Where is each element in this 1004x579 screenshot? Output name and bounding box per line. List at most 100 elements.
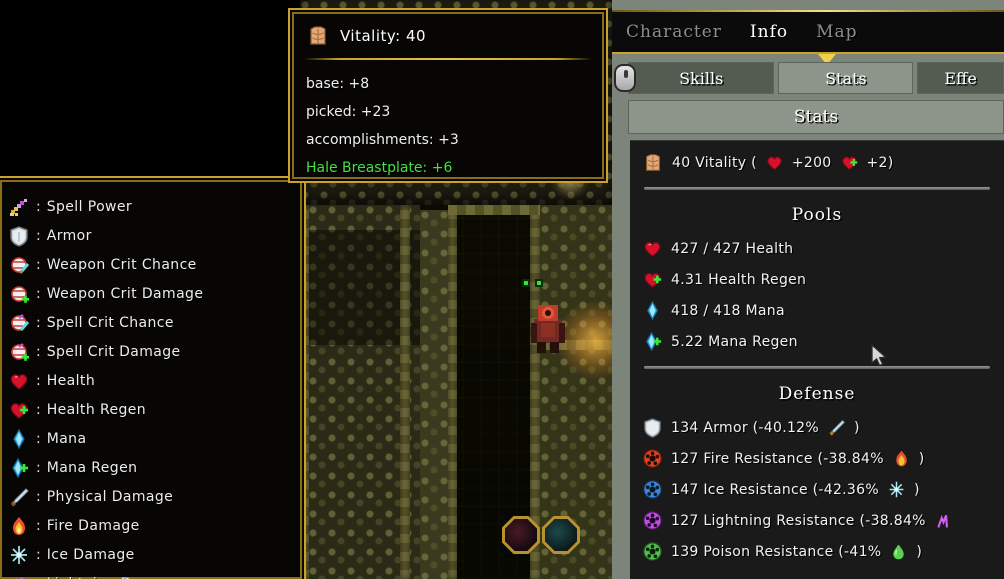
legend-item-health: : Health (8, 366, 304, 395)
legend-separator: : (36, 285, 41, 302)
legend-label: Ice Damage (46, 546, 135, 563)
stat-row-health: 427 / 427 Health (630, 233, 1004, 264)
legend-separator: : (36, 546, 41, 563)
subtab-effects[interactable]: Effe (917, 62, 1004, 94)
stat-ice-suffix: ) (913, 481, 920, 498)
stat-value-poison-resistance: 139 Poison Resistance (-41% (671, 543, 882, 560)
stat-value-mana: 418 / 418 Mana (671, 302, 785, 319)
legend-label: Mana (46, 430, 87, 447)
enemy-eyes (522, 272, 544, 287)
legend-separator: : (36, 314, 41, 331)
legend-separator: : (36, 576, 41, 579)
stat-row-mana: 418 / 418 Mana (630, 295, 1004, 326)
vitality-health-bonus: +200 (791, 154, 832, 171)
tooltip-header: Vitality: 40 (290, 10, 606, 56)
legend-separator: : (36, 256, 41, 273)
legend-label: Spell Power (46, 198, 133, 215)
mana-icon (642, 300, 663, 321)
tab-map[interactable]: Map (802, 22, 871, 42)
legend-item-health-regen: : Health Regen (8, 395, 304, 424)
legend-separator: : (36, 488, 41, 505)
weapon-crit-damage-icon (8, 283, 30, 305)
health-heart-icon (8, 370, 30, 392)
consumable-slot-mana[interactable]: 4 (542, 516, 580, 554)
legend-label: Spell Crit Chance (46, 314, 174, 331)
vitality-armor-icon (642, 152, 664, 174)
section-divider (644, 366, 990, 369)
subtab-label: Effe (944, 68, 977, 88)
player-character-sprite (525, 295, 571, 355)
legend-separator: : (36, 372, 41, 389)
legend-list: : Spell Power : Armor: Weapon Crit Chan… (0, 178, 304, 579)
fire-damage-icon (892, 449, 911, 468)
section-title-defense: Defense (778, 384, 856, 404)
vitality-summary-text: 40 Vitality ( (672, 154, 757, 171)
legend-item-spell-power: : Spell Power (8, 192, 304, 221)
tooltip-row-accomplishments: accomplishments: +3 (306, 132, 459, 148)
health-regen-icon (642, 269, 663, 290)
mana-regen-icon (642, 331, 663, 352)
sub-tab-bar: Skills Stats Effe (628, 62, 1004, 94)
stat-row-vitality-summary: 40 Vitality ( +200 +2) (630, 147, 1004, 178)
character-info-panel: Character Info Map Skills Stats Effe Sta… (612, 0, 1004, 579)
spell-power-icon (8, 196, 30, 218)
tab-info[interactable]: Info (736, 22, 802, 42)
subtab-stats[interactable]: Stats (778, 62, 914, 94)
legend-label: Spell Crit Damage (46, 343, 181, 360)
stat-armor-suffix: ) (853, 419, 860, 436)
fire-damage-icon (8, 515, 30, 537)
section-divider (644, 187, 990, 190)
tooltip-breakdown-list: base: +8 picked: +23 accomplishments: +3… (290, 60, 606, 182)
ice-damage-icon (8, 544, 30, 566)
game-screen: 4 : Spell Power (0, 0, 1004, 579)
legend-separator: : (36, 198, 41, 215)
stats-list[interactable]: 40 Vitality ( +200 +2) Pools 427 / 427 H… (630, 140, 1004, 579)
stat-value-lightning-resistance: 127 Lightning Resistance (-38.84% (671, 512, 926, 529)
legend-item-fire-damage: : Fire Damage (8, 511, 304, 540)
vitality-armor-icon (306, 24, 330, 48)
legend-label: Armor (46, 227, 92, 244)
poison-resist-icon (642, 541, 663, 562)
legend-label: Health (46, 372, 96, 389)
stat-tooltip-panel: Vitality: 40 base: +8 picked: +23 accomp… (288, 8, 608, 183)
health-heart-icon (642, 238, 663, 259)
mana-regen-icon (8, 457, 30, 479)
lightning-resist-icon (642, 510, 663, 531)
dungeon-ledge (448, 212, 457, 579)
stat-value-ice-resistance: 147 Ice Resistance (-42.36% (671, 481, 879, 498)
stat-row-armor: 134 Armor (-40.12% ) (630, 412, 1004, 443)
legend-item-physical-damage: : Physical Damage (8, 482, 304, 511)
subtab-skills[interactable]: Skills (628, 62, 775, 94)
legend-label: Weapon Crit Chance (46, 256, 197, 273)
stat-row-ice-resistance: 147 Ice Resistance (-42.36% ) (630, 474, 1004, 505)
armor-shield-icon (8, 225, 30, 247)
poison-damage-icon (889, 542, 908, 561)
consumable-slot-health[interactable] (502, 516, 540, 554)
stat-fire-suffix: ) (918, 450, 925, 467)
legend-separator: : (36, 401, 41, 418)
vitality-health-regen-bonus: +2) (866, 154, 894, 171)
stat-poison-suffix: ) (916, 543, 923, 560)
stat-value-fire-resistance: 127 Fire Resistance (-38.84% (671, 450, 884, 467)
tab-character[interactable]: Character (612, 22, 736, 42)
stat-row-lightning-resistance: 127 Lightning Resistance (-38.84% (630, 505, 1004, 536)
screen-background-left (0, 0, 300, 180)
legend-item-weapon-crit-damage: : Weapon Crit Damage (8, 279, 304, 308)
legend-label: Lightning Damage (47, 576, 182, 579)
legend-label: Fire Damage (46, 517, 140, 534)
stat-value-health: 427 / 427 Health (671, 240, 794, 257)
legend-separator: : (36, 343, 41, 360)
stat-row-health-regen: 4.31 Health Regen (630, 264, 1004, 295)
icon-legend-panel: : Spell Power : Armor: Weapon Crit Chan… (0, 176, 306, 579)
legend-item-spell-crit-chance: : Spell Crit Chance (8, 308, 304, 337)
legend-item-weapon-crit-chance: : Weapon Crit Chance (8, 250, 304, 279)
subtab-label: Stats (825, 68, 867, 88)
subtab-label: Skills (679, 68, 724, 88)
tooltip-row-base: base: +8 (306, 76, 370, 92)
fire-resist-icon (642, 448, 663, 469)
legend-item-spell-crit-damage: : Spell Crit Damage (8, 337, 304, 366)
legend-item-ice-damage: : Ice Damage (8, 540, 304, 569)
stat-row-fire-resistance: 127 Fire Resistance (-38.84% ) (630, 443, 1004, 474)
armor-shield-icon (642, 417, 663, 438)
legend-label: Health Regen (46, 401, 147, 418)
